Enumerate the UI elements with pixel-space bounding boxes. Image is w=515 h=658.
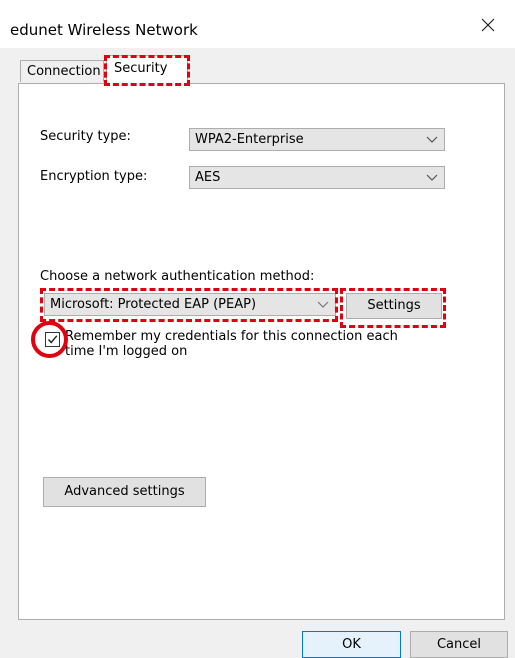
checkbox-highlight-circle — [31, 321, 68, 358]
ok-button[interactable]: OK — [302, 631, 401, 658]
close-icon — [481, 18, 495, 32]
security-type-label: Security type: — [40, 129, 131, 144]
tab-connection-label: Connection — [27, 64, 101, 79]
chevron-down-icon — [426, 174, 438, 181]
chevron-down-icon — [317, 301, 329, 308]
auth-method-value: Microsoft: Protected EAP (PEAP) — [50, 297, 257, 312]
auth-method-label: Choose a network authentication method: — [40, 269, 315, 284]
tab-security-label: Security — [114, 61, 168, 76]
close-button[interactable] — [471, 12, 505, 38]
tab-connection[interactable]: Connection — [20, 60, 104, 82]
tab-security[interactable]: Security — [106, 55, 188, 84]
chevron-down-icon — [426, 136, 438, 143]
security-type-value: WPA2-Enterprise — [195, 132, 304, 147]
advanced-settings-button[interactable]: Advanced settings — [43, 477, 206, 507]
encryption-type-select[interactable]: AES — [189, 166, 445, 189]
window-title: edunet Wireless Network — [10, 21, 198, 39]
encryption-type-value: AES — [195, 170, 221, 185]
title-bar: edunet Wireless Network — [0, 0, 515, 48]
cancel-button[interactable]: Cancel — [410, 631, 508, 658]
remember-credentials-label: Remember my credentials for this connect… — [65, 329, 398, 359]
security-type-select[interactable]: WPA2-Enterprise — [189, 128, 445, 151]
settings-button[interactable]: Settings — [346, 293, 442, 319]
encryption-type-label: Encryption type: — [40, 169, 148, 184]
auth-method-select[interactable]: Microsoft: Protected EAP (PEAP) — [44, 293, 336, 316]
